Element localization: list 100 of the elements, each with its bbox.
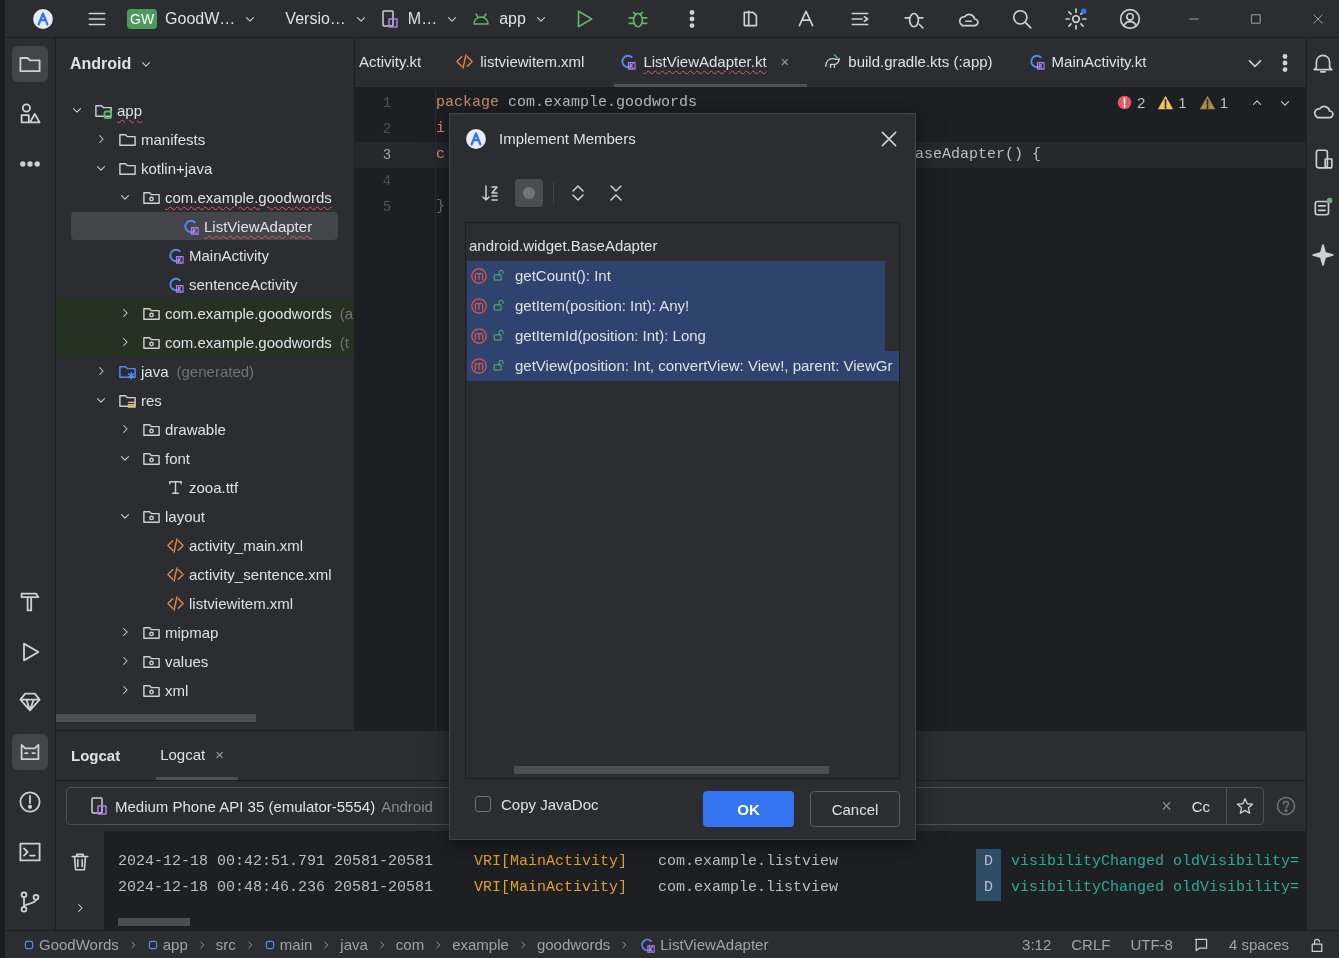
tree-item[interactable]: activity_sentence.xml bbox=[56, 560, 338, 588]
warning-icon[interactable] bbox=[1157, 94, 1175, 111]
tree-item[interactable]: manifests bbox=[56, 125, 338, 153]
checkbox[interactable] bbox=[475, 796, 491, 813]
breadcrumb[interactable]: com bbox=[395, 936, 425, 953]
tree-item[interactable]: font bbox=[56, 444, 338, 472]
cancel-button[interactable]: Cancel bbox=[810, 791, 900, 828]
warning-icon[interactable] bbox=[1198, 94, 1216, 111]
scrollbar-thumb[interactable] bbox=[118, 918, 190, 926]
tree-item[interactable]: listviewitem.xml bbox=[56, 589, 338, 617]
breadcrumb[interactable]: main bbox=[263, 936, 313, 953]
search-icon[interactable] bbox=[1010, 7, 1033, 30]
tree-item[interactable]: app bbox=[56, 96, 338, 124]
xml-file-icon bbox=[166, 593, 185, 613]
log-message: visibilityChanged oldVisibility= bbox=[1011, 852, 1301, 872]
tree-item[interactable]: drawable bbox=[56, 415, 338, 443]
tree-item[interactable]: zooa.ttf bbox=[56, 473, 338, 501]
log-tag: VRI[MainActivity] bbox=[474, 875, 658, 901]
tree-item[interactable]: java (generated) bbox=[56, 357, 338, 385]
project-badge: GW bbox=[127, 8, 158, 29]
lock-icon[interactable] bbox=[1309, 936, 1325, 953]
problem-count[interactable]: 1 bbox=[1219, 94, 1228, 111]
xml-file-icon bbox=[166, 535, 185, 555]
method-icon bbox=[470, 296, 488, 315]
settings-icon[interactable] bbox=[1064, 7, 1087, 30]
tree-item[interactable]: layout bbox=[56, 502, 338, 530]
editor-tab[interactable]: build.gradle.kts (:app) bbox=[819, 38, 1011, 87]
tree-item[interactable]: values bbox=[56, 647, 338, 675]
help-icon[interactable] bbox=[1276, 796, 1296, 816]
log-level: D bbox=[976, 875, 1001, 901]
lock-icon bbox=[492, 299, 505, 313]
cat-icon[interactable] bbox=[12, 734, 48, 770]
module-icon bbox=[23, 938, 35, 951]
tree-item[interactable]: com.example.goodwords bbox=[56, 183, 338, 211]
filter-hint: Android bbox=[381, 797, 433, 815]
tree-item[interactable]: MainActivity bbox=[56, 241, 338, 269]
editor-tab[interactable]: MainActivity.kt bbox=[1022, 38, 1165, 87]
maximize-icon[interactable] bbox=[1248, 11, 1263, 26]
logcat-tab[interactable]: Logcat × bbox=[156, 731, 238, 780]
member-item[interactable]: getCount(): Int bbox=[467, 260, 885, 291]
member-item[interactable]: getView(position: Int, convertView: View!, parent: ViewGr bbox=[467, 350, 899, 381]
scrollbar-thumb[interactable] bbox=[514, 766, 829, 775]
breadcrumb[interactable]: GoodWords bbox=[23, 936, 119, 953]
clear-button[interactable]: × bbox=[1161, 795, 1172, 817]
sparkle-icon[interactable] bbox=[1312, 244, 1334, 266]
indent-setting[interactable]: 4 spaces bbox=[1228, 936, 1289, 953]
panel-title: Logcat bbox=[71, 747, 121, 764]
device-dropdown[interactable]: M… bbox=[405, 9, 440, 28]
scrollbar-thumb[interactable] bbox=[56, 714, 256, 722]
device-name: Medium Phone API 35 (emulator-5554) bbox=[115, 797, 376, 815]
user-icon[interactable] bbox=[1118, 7, 1141, 30]
tree-item[interactable]: mipmap bbox=[56, 618, 338, 646]
tree-item[interactable]: com.example.goodwords (a bbox=[56, 299, 354, 327]
member-item[interactable]: getItemId(position: Int): Long bbox=[467, 320, 885, 351]
tree-item[interactable]: xml bbox=[56, 676, 338, 704]
tree-item[interactable]: activity_main.xml bbox=[56, 531, 338, 559]
close-tab-button[interactable]: × bbox=[780, 52, 790, 70]
checkbox-label[interactable]: Copy JavaDoc bbox=[501, 795, 599, 813]
close-icon[interactable] bbox=[1310, 11, 1325, 26]
breadcrumb[interactable]: ListViewAdapter bbox=[638, 935, 769, 954]
panel-title[interactable]: Android bbox=[70, 55, 132, 73]
editor-tab[interactable]: ListViewAdapter.kt × bbox=[614, 38, 808, 87]
caret-position[interactable]: 3:12 bbox=[1022, 936, 1052, 953]
ok-button[interactable]: OK bbox=[703, 791, 794, 828]
message-icon[interactable] bbox=[1192, 936, 1209, 953]
logo-icon[interactable] bbox=[32, 7, 54, 30]
method-icon bbox=[470, 326, 488, 345]
class-name: android.widget.BaseAdapter bbox=[468, 235, 659, 256]
tree-item[interactable]: sentenceActivity bbox=[56, 270, 338, 298]
log-time: 2024-12-18 00:42:51.791 20581-20581 bbox=[118, 852, 435, 872]
file-encoding[interactable]: UTF-8 bbox=[1130, 936, 1173, 953]
bell-icon[interactable] bbox=[1312, 52, 1334, 74]
breadcrumb[interactable]: goodwords bbox=[536, 936, 611, 953]
method-icon bbox=[470, 266, 488, 285]
code-text: } bbox=[436, 198, 445, 215]
code-text: com.example.goodwords bbox=[507, 94, 698, 111]
run-config-dropdown[interactable]: app bbox=[497, 9, 528, 28]
vcs-dropdown[interactable]: Versio… bbox=[283, 9, 348, 28]
editor-tab[interactable]: Activity.kt bbox=[355, 38, 440, 87]
line-separator[interactable]: CRLF bbox=[1071, 936, 1111, 953]
tree-item[interactable]: com.example.goodwords (t bbox=[56, 328, 354, 356]
folder-icon[interactable] bbox=[12, 46, 48, 82]
error-icon[interactable] bbox=[1115, 94, 1133, 111]
problem-count[interactable]: 2 bbox=[1136, 94, 1146, 111]
breadcrumb[interactable]: example bbox=[452, 936, 509, 953]
breadcrumb[interactable]: app bbox=[146, 936, 188, 953]
member-item[interactable]: getItem(position: Int): Any! bbox=[467, 290, 885, 321]
tree-item[interactable]: res bbox=[56, 386, 338, 414]
project-dropdown[interactable]: GoodW… bbox=[163, 9, 238, 28]
log-message: visibilityChanged oldVisibility= bbox=[1011, 878, 1301, 898]
tree-item[interactable]: kotlin+java bbox=[56, 154, 338, 182]
problem-count[interactable]: 1 bbox=[1178, 94, 1187, 111]
log-package: com.example.listview bbox=[658, 878, 840, 898]
trash-icon[interactable] bbox=[69, 851, 91, 873]
breadcrumb[interactable]: src bbox=[215, 936, 236, 953]
tree-item[interactable]: ListViewAdapter bbox=[71, 212, 338, 240]
match-case-button[interactable]: Cc bbox=[1191, 797, 1210, 815]
breadcrumb[interactable]: java bbox=[340, 936, 368, 953]
lock-icon bbox=[492, 329, 505, 343]
editor-tab[interactable]: listviewitem.xml bbox=[451, 38, 603, 87]
